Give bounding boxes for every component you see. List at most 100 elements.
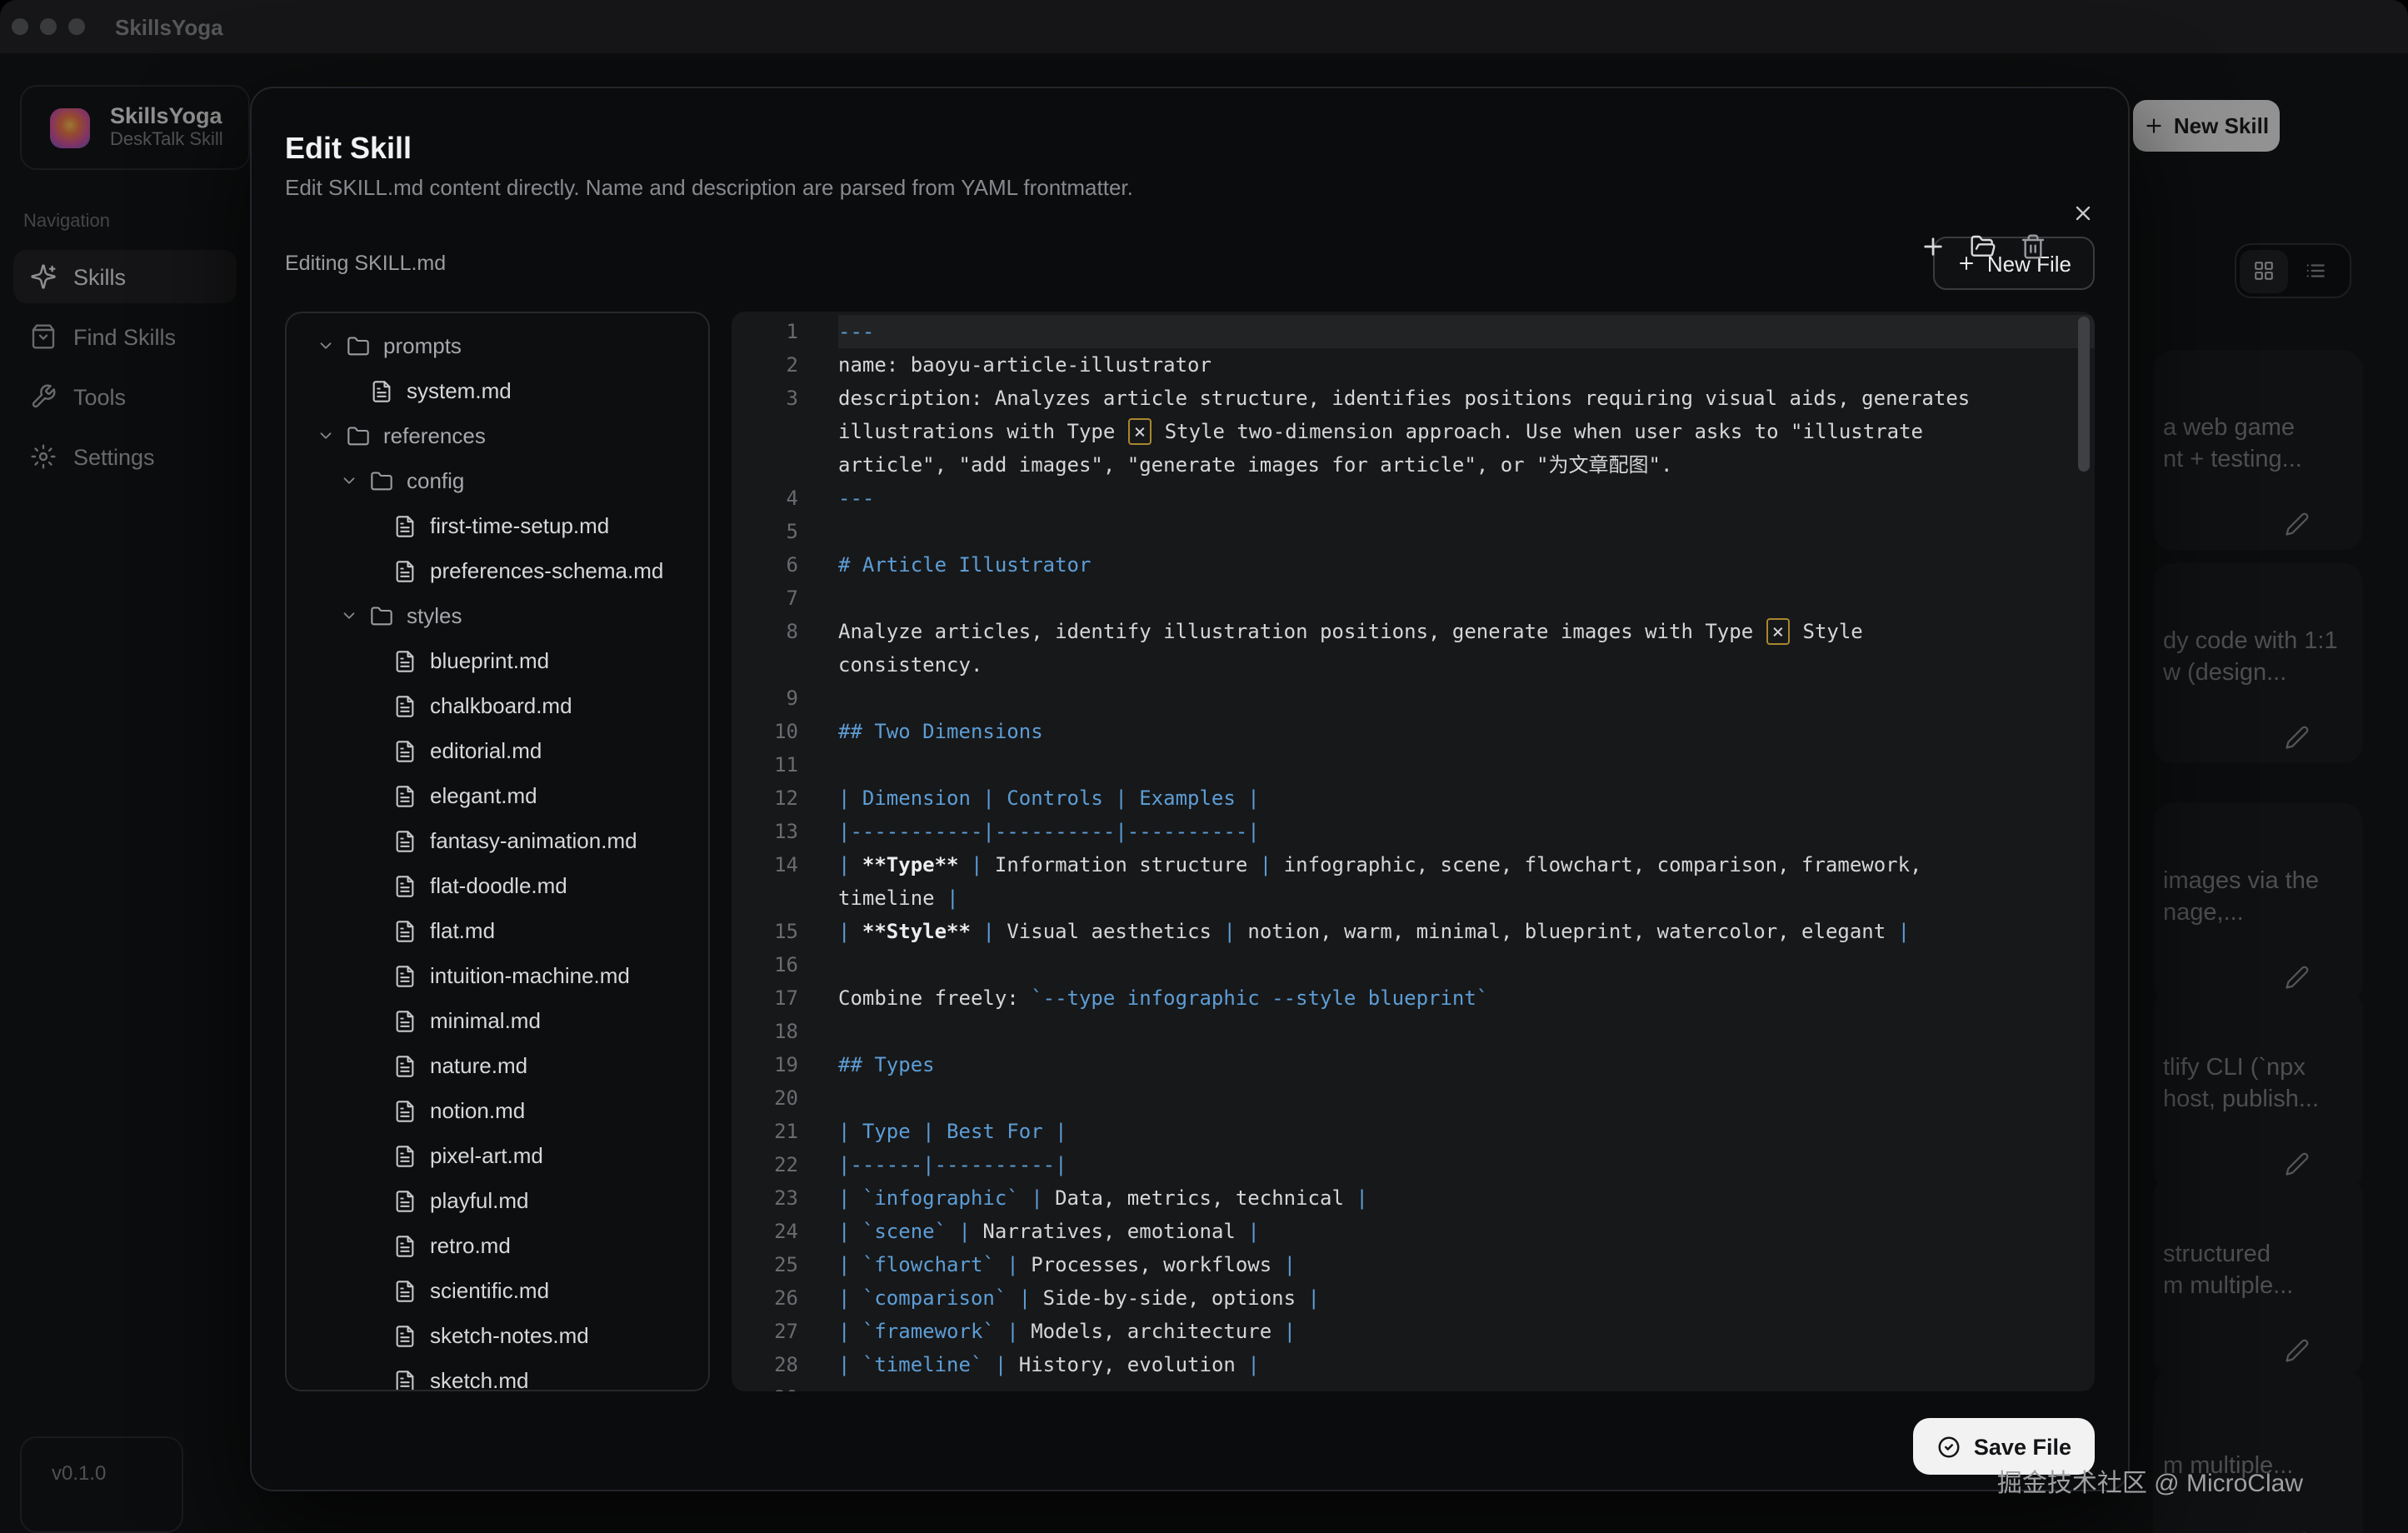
code-line: 18: [732, 1015, 2095, 1048]
file-icon: [393, 514, 418, 537]
tree-item-name: preferences-schema.md: [430, 558, 663, 583]
code-line: 12 | Dimension | Controls | Examples |: [732, 781, 2095, 815]
tree-item-playful.md[interactable]: playful.md: [287, 1178, 708, 1223]
line-content: ## Two Dimensions: [838, 715, 2095, 748]
line-number: 28: [732, 1348, 838, 1381]
file-icon: [393, 1234, 418, 1257]
trash-icon[interactable]: [2018, 232, 2048, 262]
code-line: 23 | `infographic` | Data, metrics, tech…: [732, 1181, 2095, 1215]
chevron-down-icon[interactable]: [317, 337, 337, 355]
folder-icon: [370, 469, 395, 492]
file-icon: [393, 964, 418, 987]
tree-item-first-time-setup.md[interactable]: first-time-setup.md: [287, 503, 708, 548]
tree-item-chalkboard.md[interactable]: chalkboard.md: [287, 683, 708, 728]
code-line: 22 |------|----------|: [732, 1148, 2095, 1181]
line-number: 8: [732, 615, 838, 682]
tree-item-minimal.md[interactable]: minimal.md: [287, 998, 708, 1043]
editor-scrollbar[interactable]: [2078, 317, 2090, 472]
folder-icon: [347, 334, 372, 357]
file-icon: [393, 694, 418, 717]
close-icon[interactable]: [2068, 198, 2098, 228]
file-icon: [393, 1009, 418, 1032]
tree-item-config[interactable]: config: [287, 458, 708, 503]
folder-open-icon[interactable]: [1968, 232, 1998, 262]
line-content: | **Style** | Visual aesthetics | notion…: [838, 915, 2095, 948]
tree-item-blueprint.md[interactable]: blueprint.md: [287, 638, 708, 683]
line-number: 10: [732, 715, 838, 748]
line-number: 27: [732, 1315, 838, 1348]
line-content: ## Types: [838, 1048, 2095, 1081]
chevron-down-icon[interactable]: [340, 607, 360, 625]
tree-item-system.md[interactable]: system.md: [287, 368, 708, 413]
line-number: 25: [732, 1248, 838, 1281]
line-number: 12: [732, 781, 838, 815]
code-line: 3 description: Analyzes article structur…: [732, 382, 2095, 482]
chevron-down-icon[interactable]: [340, 472, 360, 490]
line-content: ---: [838, 482, 2095, 515]
line-number: 18: [732, 1015, 838, 1048]
code-line: 10 ## Two Dimensions: [732, 715, 2095, 748]
tree-item-sketch.md[interactable]: sketch.md: [287, 1358, 708, 1391]
tree-item-name: styles: [407, 603, 462, 628]
file-icon: [393, 649, 418, 672]
line-content: description: Analyzes article structure,…: [838, 382, 2095, 482]
tree-item-retro.md[interactable]: retro.md: [287, 1223, 708, 1268]
tree-item-editorial.md[interactable]: editorial.md: [287, 728, 708, 773]
folder-icon: [370, 604, 395, 627]
folder-icon: [347, 424, 372, 447]
file-icon: [393, 784, 418, 807]
code-line: 21 | Type | Best For |: [732, 1115, 2095, 1148]
line-content: [838, 948, 2095, 981]
tree-item-nature.md[interactable]: nature.md: [287, 1043, 708, 1088]
tree-item-flat-doodle.md[interactable]: flat-doodle.md: [287, 863, 708, 908]
tree-item-name: references: [383, 423, 486, 448]
code-line: 7: [732, 582, 2095, 615]
code-line: 2 name: baoyu-article-illustrator: [732, 348, 2095, 382]
line-content: Combine freely: `--type infographic --st…: [838, 981, 2095, 1015]
tree-item-prompts[interactable]: prompts: [287, 323, 708, 368]
tree-item-flat.md[interactable]: flat.md: [287, 908, 708, 953]
tree-item-notion.md[interactable]: notion.md: [287, 1088, 708, 1133]
modal-title: Edit Skill: [285, 132, 2095, 165]
tree-item-styles[interactable]: styles: [287, 593, 708, 638]
code-line: 9: [732, 682, 2095, 715]
unknown-char-box: ×: [1129, 418, 1151, 445]
tree-item-preferences-schema.md[interactable]: preferences-schema.md: [287, 548, 708, 593]
code-line: 11: [732, 748, 2095, 781]
file-icon: [393, 1279, 418, 1302]
code-line: 29: [732, 1381, 2095, 1391]
add-file-icon[interactable]: [1918, 232, 1948, 262]
line-number: 13: [732, 815, 838, 848]
tree-item-scientific.md[interactable]: scientific.md: [287, 1268, 708, 1313]
tree-item-name: scientific.md: [430, 1278, 549, 1303]
editing-file-label: Editing SKILL.md: [285, 252, 446, 275]
line-content: | `infographic` | Data, metrics, technic…: [838, 1181, 2095, 1215]
tree-item-name: pixel-art.md: [430, 1143, 543, 1168]
tree-item-fantasy-animation.md[interactable]: fantasy-animation.md: [287, 818, 708, 863]
line-content: # Article Illustrator: [838, 548, 2095, 582]
code-line: 1 ---: [732, 315, 2095, 348]
line-content: | `scene` | Narratives, emotional |: [838, 1215, 2095, 1248]
file-icon: [393, 1324, 418, 1347]
tree-item-references[interactable]: references: [287, 413, 708, 458]
file-icon: [370, 379, 395, 402]
tree-item-name: flat-doodle.md: [430, 873, 567, 898]
line-number: 11: [732, 748, 838, 781]
tree-item-elegant.md[interactable]: elegant.md: [287, 773, 708, 818]
tree-item-name: fantasy-animation.md: [430, 828, 637, 853]
file-icon: [393, 1144, 418, 1167]
code-line: 8 Analyze articles, identify illustratio…: [732, 615, 2095, 682]
tree-item-pixel-art.md[interactable]: pixel-art.md: [287, 1133, 708, 1178]
code-editor[interactable]: 1 --- 2 name: baoyu-article-illustrator …: [732, 312, 2095, 1391]
line-content: [838, 515, 2095, 548]
file-tree: promptssystem.md references configfirst-ti…: [285, 312, 710, 1391]
file-icon: [393, 919, 418, 942]
code-line: 27 | `framework` | Models, architecture …: [732, 1315, 2095, 1348]
chevron-down-icon[interactable]: [317, 427, 337, 445]
tree-item-intuition-machine.md[interactable]: intuition-machine.md: [287, 953, 708, 998]
line-content: [838, 1381, 2095, 1391]
line-content: [838, 1081, 2095, 1115]
tree-item-sketch-notes.md[interactable]: sketch-notes.md: [287, 1313, 708, 1358]
line-content: | `timeline` | History, evolution |: [838, 1348, 2095, 1381]
line-content: | `flowchart` | Processes, workflows |: [838, 1248, 2095, 1281]
